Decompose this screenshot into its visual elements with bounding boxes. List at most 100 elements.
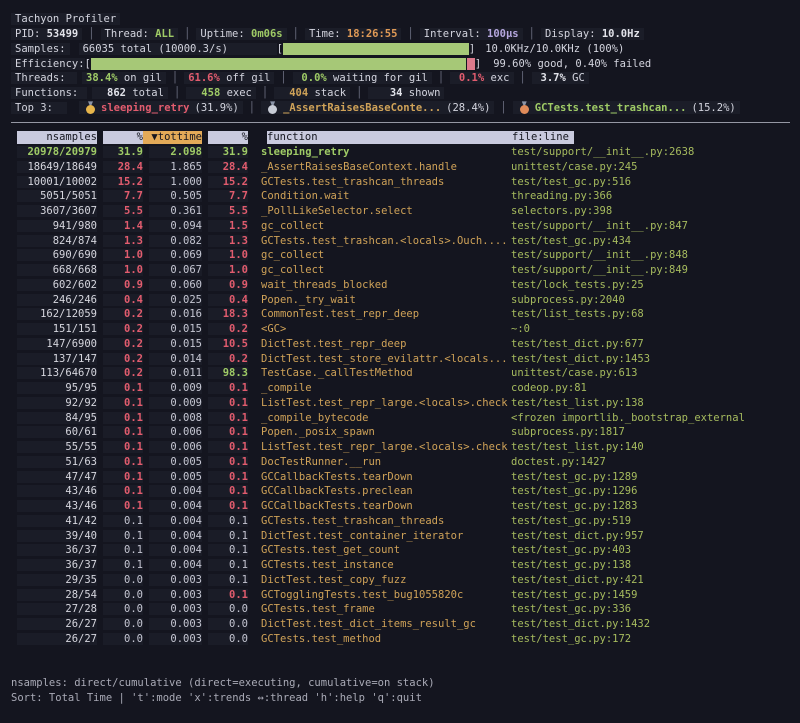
cell-file-line: test/lock_tests.py:25 [511,279,790,291]
table-row[interactable]: 84/950.10.0080.1_compile_bytecode<frozen… [11,410,790,425]
table-row[interactable]: 51/630.10.0050.1DocTestRunner.__rundocte… [11,455,790,470]
threads-stats: Threads: 38.4% on gil│61.6% off gil│0.0%… [11,71,790,86]
table-row[interactable]: 113/646700.20.01198.3TestCase._callTestM… [11,366,790,381]
table-row[interactable]: 824/8741.30.0821.3GCTests.test_trashcan.… [11,233,790,248]
column-header-tottime[interactable]: ▼tottime [143,131,202,144]
table-row[interactable]: 151/1510.20.0150.2<GC>~:0 [11,322,790,337]
table-row[interactable]: 602/6020.90.0600.9wait_threads_blockedte… [11,278,790,293]
threads-stat-text: GC [566,72,585,84]
cell-function: Popen._try_wait [261,294,511,306]
cell-cumulative-percent: 5.5 [202,205,248,217]
cell-cumulative-percent: 0.1 [202,485,248,497]
table-row[interactable]: 36/370.10.0040.1GCTests.test_get_countte… [11,543,790,558]
table-row[interactable]: 26/270.00.0030.0GCTests.test_methodtest/… [11,632,790,647]
table-row[interactable]: 28/540.00.0030.1GCTogglingTests.test_bug… [11,587,790,602]
functions-stat-value: 458 [190,87,220,99]
cell-direct-percent: 0.2 [97,323,143,335]
cell-nsamples: 690/690 [11,249,97,261]
cell-tottime: 0.082 [143,235,202,247]
column-header-nsamples[interactable]: nsamples [11,131,97,144]
top3-bar: Top 3: sleeping_retry(31.9%)│_AssertRais… [11,101,790,116]
bronze-medal-icon [519,101,530,114]
table-row[interactable]: 668/6681.00.0671.0gc_collecttest/support… [11,263,790,278]
table-row[interactable]: 41/420.10.0040.1GCTests.test_trashcan_th… [11,514,790,529]
cell-direct-percent: 0.2 [97,367,143,379]
table-row[interactable]: 39/400.10.0040.1DictTest.test_container_… [11,528,790,543]
cell-cumulative-percent: 0.1 [202,397,248,409]
table-row[interactable]: 18649/1864928.41.86528.4_AssertRaisesBas… [11,160,790,175]
cell-nsamples: 5051/5051 [11,190,97,202]
cell-direct-percent: 0.0 [97,589,143,601]
cell-nsamples: 26/27 [11,633,97,645]
column-header-function[interactable]: function [261,131,511,144]
cell-direct-percent: 5.5 [97,205,143,217]
table-row[interactable]: 941/9801.40.0941.5gc_collecttest/support… [11,219,790,234]
cell-function: GCTests.test_trashcan_threads [261,176,511,188]
table-row[interactable]: 147/69000.20.01510.5DictTest.test_repr_d… [11,337,790,352]
threads-stat-text: on gil [118,72,162,84]
cell-tottime: 0.004 [143,530,202,542]
cell-function: GCTests.test_trashcan_threads [261,515,511,527]
status-label: Thread: [105,28,156,40]
table-row[interactable]: 246/2460.40.0250.4Popen._try_waitsubproc… [11,292,790,307]
cell-function: wait_threads_blocked [261,279,511,291]
cell-function: gc_collect [261,220,511,232]
cell-direct-percent: 0.0 [97,574,143,586]
cell-direct-percent: 0.1 [97,544,143,556]
column-header-file-line[interactable]: file:line [511,131,790,144]
table-row[interactable]: 43/460.10.0040.1GCCallbackTests.preclean… [11,484,790,499]
table-row[interactable]: 137/1470.20.0140.2DictTest.test_store_ev… [11,351,790,366]
table-row[interactable]: 27/280.00.0030.0GCTests.test_frametest/t… [11,602,790,617]
efficiency-good-fill [91,58,466,70]
functions-stats: Functions: 862 total│458 exec│404 stack│… [11,86,790,101]
cell-function: DictTest.test_copy_fuzz [261,574,511,586]
table-row[interactable]: 162/120590.20.01618.3CommonTest.test_rep… [11,307,790,322]
table-row[interactable]: 43/460.10.0040.1GCCallbackTests.tearDown… [11,499,790,514]
table-row[interactable]: 5051/50517.70.5057.7Condition.waitthread… [11,189,790,204]
status-item-display: Display: 10.0Hz [541,28,644,40]
table-row[interactable]: 26/270.00.0030.0DictTest.test_dict_items… [11,617,790,632]
cell-nsamples: 151/151 [11,323,97,335]
table-row[interactable]: 92/920.10.0090.1ListTest.test_repr_large… [11,396,790,411]
table-row[interactable]: 95/950.10.0090.1_compilecodeop.py:81 [11,381,790,396]
gold-medal-icon [85,101,96,114]
table-row[interactable]: 36/370.10.0040.1GCTests.test_instancetes… [11,558,790,573]
cell-cumulative-percent: 0.1 [202,559,248,571]
cell-direct-percent: 0.2 [97,338,143,350]
column-header-%[interactable]: % [202,131,248,144]
cell-tottime: 0.008 [143,412,202,424]
cell-nsamples: 47/47 [11,471,97,483]
cell-direct-percent: 0.1 [97,530,143,542]
cell-direct-percent: 0.1 [97,559,143,571]
threads-stat-value: 38.4% [86,72,118,84]
cell-direct-percent: 0.9 [97,279,143,291]
threads-stat: 0.0% waiting for gil [293,72,432,84]
cell-direct-percent: 0.1 [97,471,143,483]
table-row[interactable]: 690/6901.00.0691.0gc_collecttest/support… [11,248,790,263]
table-row[interactable]: 3607/36075.50.3615.5_PollLikeSelector.se… [11,204,790,219]
cell-cumulative-percent: 0.1 [202,500,248,512]
table-row[interactable]: 29/350.00.0030.1DictTest.test_copy_fuzzt… [11,573,790,588]
cell-file-line: subprocess.py:2040 [511,294,790,306]
table-row[interactable]: 60/610.10.0060.1Popen._posix_spawnsubpro… [11,425,790,440]
functions-label: Functions: [11,87,87,99]
cell-tottime: 0.005 [143,456,202,468]
cell-tottime: 0.004 [143,500,202,512]
table-row[interactable]: 47/470.10.0050.1GCCallbackTests.tearDown… [11,469,790,484]
cell-tottime: 0.004 [143,515,202,527]
column-header-%[interactable]: % [97,131,143,144]
cell-cumulative-percent: 0.2 [202,353,248,365]
table-row[interactable]: 20978/2097931.92.09831.9sleeping_retryte… [11,145,790,160]
top3-entry: GCTests.test_trashcan...(15.2%) [513,101,740,114]
separator-pipe: │ [280,72,286,84]
table-row[interactable]: 10001/1000215.21.00015.2GCTests.test_tra… [11,174,790,189]
functions-stat-value: 404 [278,87,308,99]
table-row[interactable]: 55/550.10.0060.1ListTest.test_repr_large… [11,440,790,455]
cell-cumulative-percent: 0.1 [202,412,248,424]
cell-nsamples: 26/27 [11,618,97,630]
cell-file-line: test/test_gc.py:403 [511,544,790,556]
cell-direct-percent: 0.1 [97,412,143,424]
cell-cumulative-percent: 98.3 [202,367,248,379]
efficiency-failed-fill [466,58,475,70]
cell-nsamples: 824/874 [11,235,97,247]
